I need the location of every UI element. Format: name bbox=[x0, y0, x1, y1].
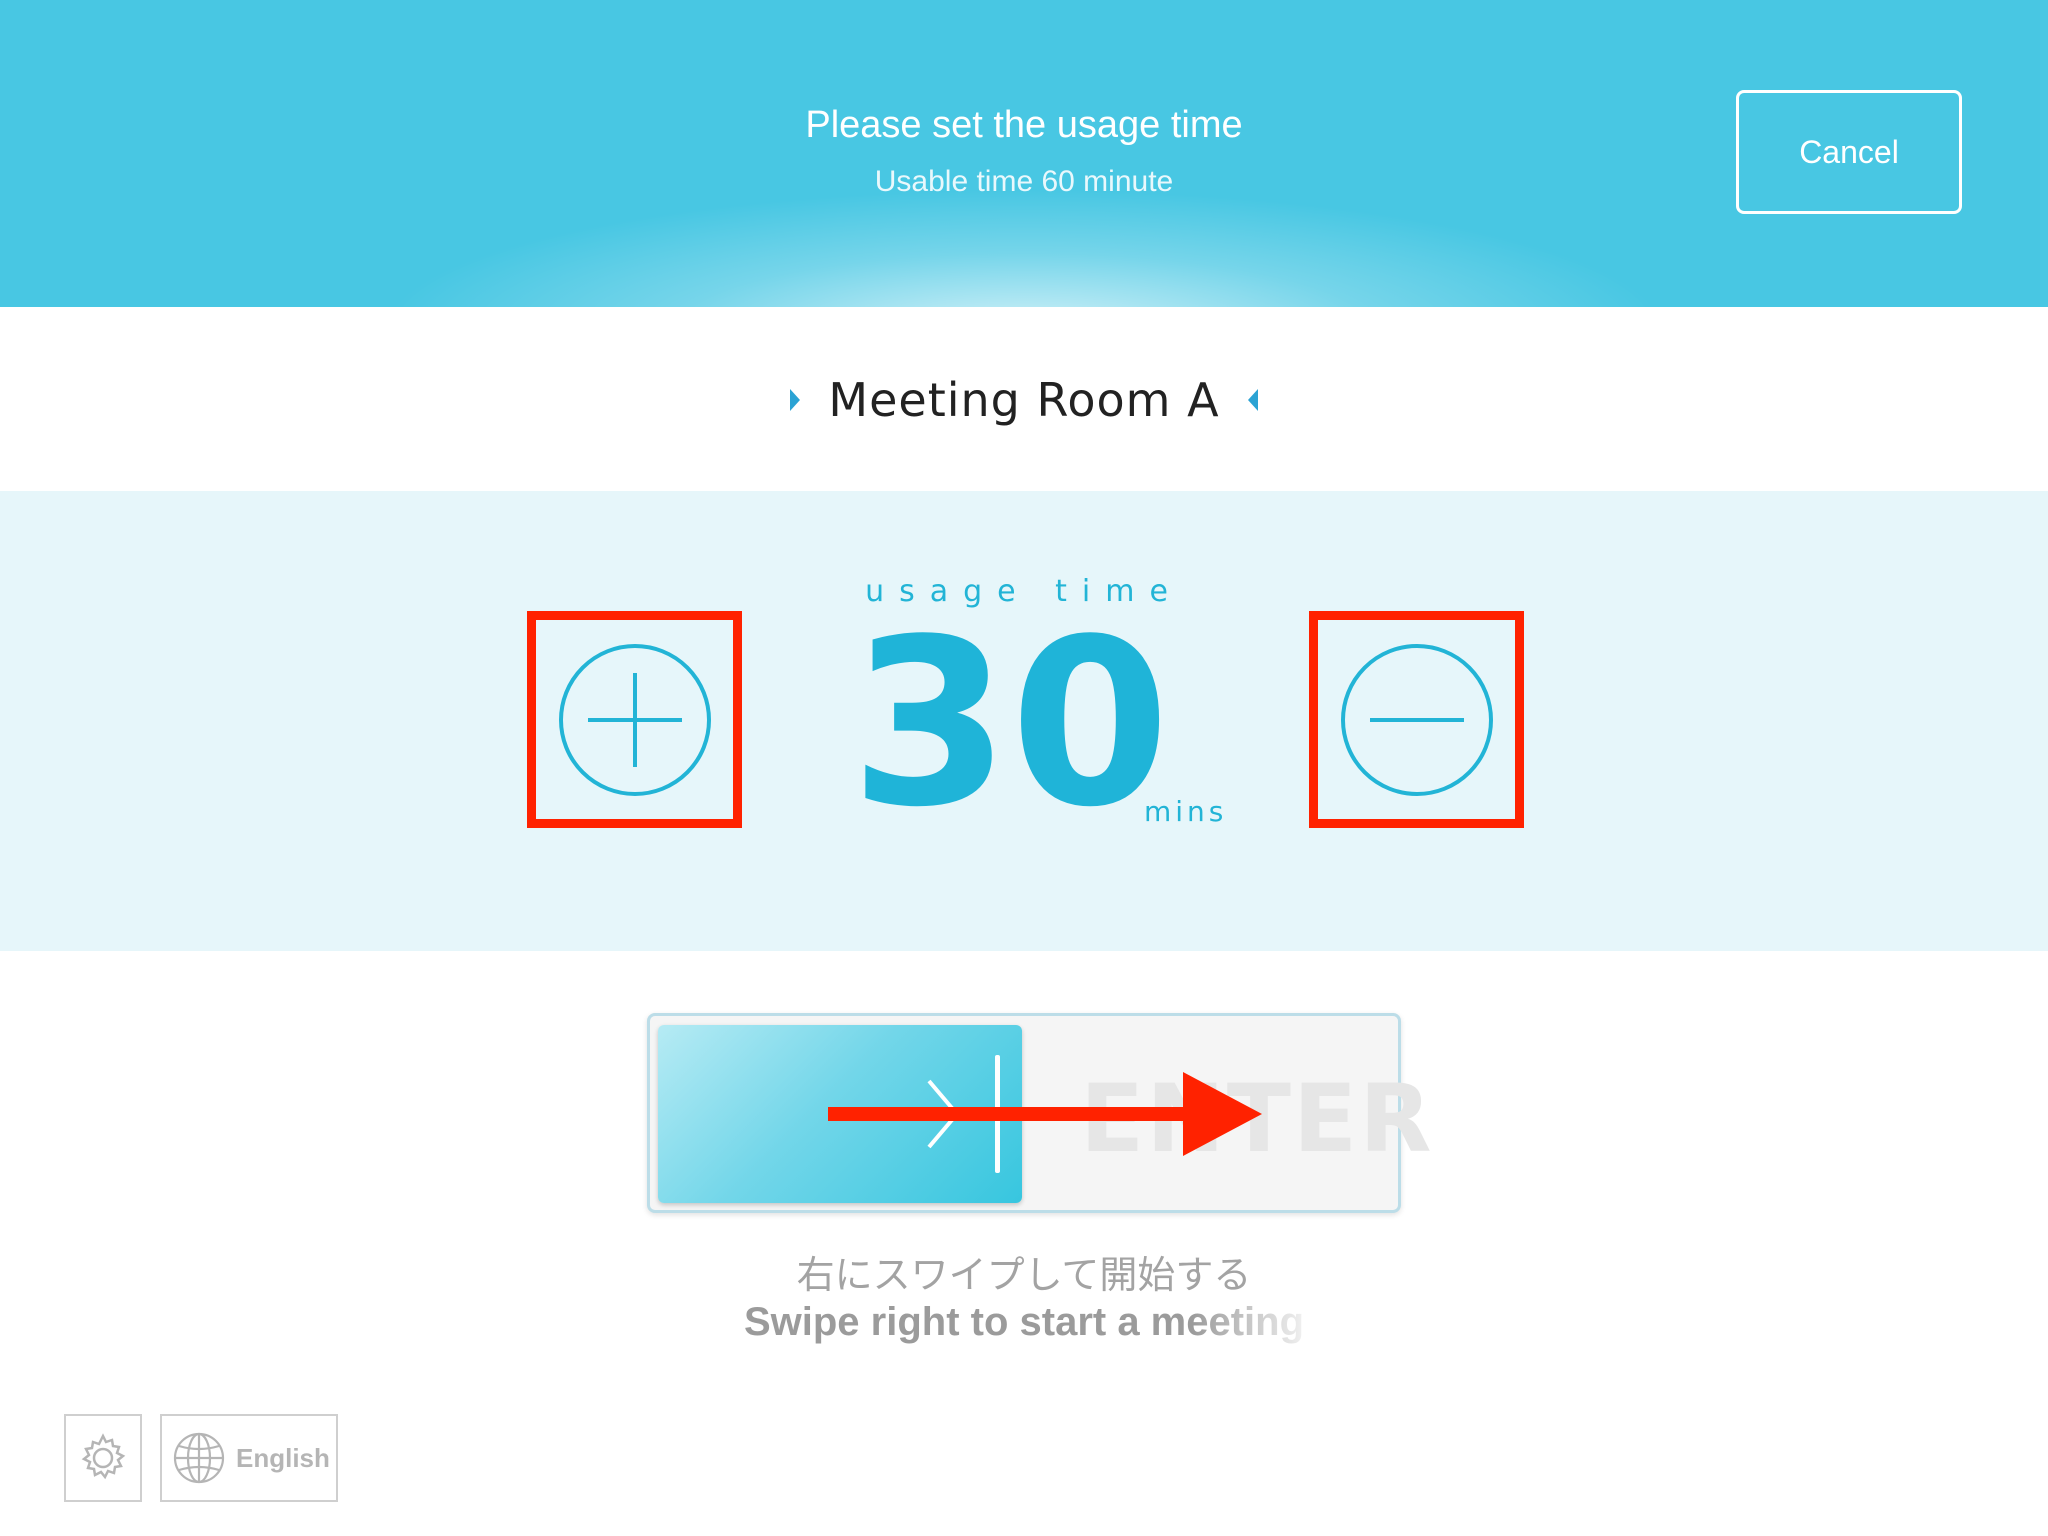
room-name: Meeting Room A bbox=[828, 373, 1220, 427]
header-bar: Please set the usage time Usable time 60… bbox=[0, 0, 2048, 307]
cancel-button[interactable]: Cancel bbox=[1736, 90, 1962, 214]
globe-icon bbox=[173, 1432, 225, 1484]
swipe-hint-japanese: 右にスワイプして開始する bbox=[796, 1253, 1252, 1297]
caret-right-icon bbox=[790, 389, 801, 411]
usage-time-unit: mins bbox=[1144, 795, 1228, 828]
language-button[interactable]: English bbox=[160, 1414, 338, 1502]
plus-circle-icon bbox=[559, 644, 711, 796]
room-selector: Meeting Room A bbox=[0, 360, 2048, 440]
usage-time-value: 30 bbox=[850, 591, 1171, 858]
decrease-time-button[interactable] bbox=[1309, 611, 1524, 828]
swipe-hint-english-text: Swipe right to start a meeting bbox=[743, 1300, 1305, 1344]
swipe-arrow-annotation bbox=[828, 1072, 1262, 1156]
caret-left-icon bbox=[1247, 389, 1258, 411]
gear-icon bbox=[81, 1433, 126, 1480]
swipe-hint-english: Swipe right to start a meeting bbox=[0, 1300, 2048, 1345]
minus-circle-icon bbox=[1341, 644, 1493, 796]
language-label: English bbox=[236, 1442, 330, 1473]
increase-time-button[interactable] bbox=[527, 611, 742, 828]
settings-button[interactable] bbox=[64, 1414, 142, 1502]
